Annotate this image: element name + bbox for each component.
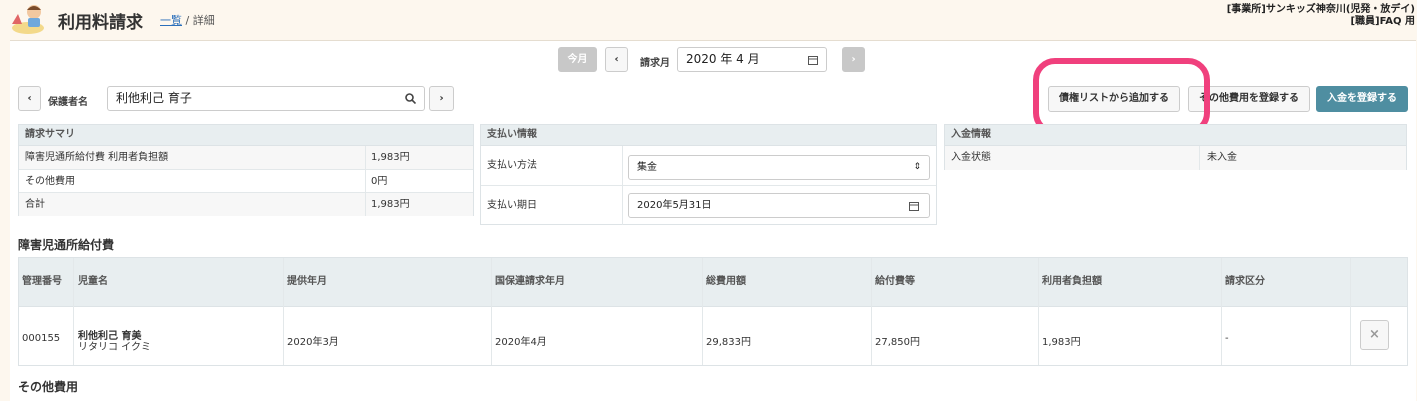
summary-label: その他費用 (25, 176, 75, 187)
column-header: 管理番号 (22, 276, 62, 287)
column-header: 児童名 (78, 276, 108, 287)
deposit-status-value: 未入金 (1207, 152, 1237, 163)
next-guardian-button[interactable]: › (429, 86, 454, 111)
chevron-left-icon: ‹ (27, 93, 32, 104)
deposit-status-row: 入金状態 未入金 (945, 146, 1406, 170)
office-name[interactable]: [事業所]サンキッズ神奈川(児発・放デイ) (1227, 4, 1415, 16)
guardian-search-input[interactable]: 利他利己 育子 (107, 86, 425, 111)
register-payment-button[interactable]: 入金を登録する (1316, 86, 1408, 112)
benefit-section-title: 障害児通所給付費 (18, 238, 115, 252)
billing-month-input[interactable]: 2020 年 4 月 (677, 47, 827, 72)
summary-row: 障害児通所給付費 利用者負担額 1,983円 (19, 146, 473, 170)
billing-summary: 請求サマリ 障害児通所給付費 利用者負担額 1,983円 その他費用 0円 合計… (18, 124, 474, 216)
prev-month-button[interactable]: ‹ (605, 47, 628, 72)
other-costs-section-title: その他費用 (18, 380, 79, 394)
search-icon (405, 93, 416, 104)
user-name[interactable]: [職員]FAQ 用 (1227, 16, 1415, 28)
calendar-icon (909, 202, 919, 211)
column-header: 総費用額 (706, 276, 746, 287)
prev-guardian-button[interactable]: ‹ (18, 86, 41, 111)
table-header: 管理番号 児童名 提供年月 国保連請求年月 総費用額 給付費等 利用者負担額 請… (19, 258, 1407, 307)
summary-value: 1,983円 (371, 199, 410, 210)
calendar-icon (808, 56, 818, 65)
chevron-right-icon: › (851, 54, 856, 65)
payment-due-label: 支払い期日 (487, 200, 537, 211)
page-title: 利用料請求 (58, 13, 143, 33)
payment-info-heading: 支払い情報 (481, 125, 936, 146)
payment-due-input[interactable]: 2020年5月31日 (628, 193, 930, 218)
breadcrumb-current: 詳細 (192, 14, 215, 27)
deposit-info: 入金情報 入金状態 未入金 (944, 124, 1407, 170)
chevron-right-icon: › (439, 93, 444, 104)
column-header: 給付費等 (875, 276, 915, 287)
column-header: 請求区分 (1225, 276, 1265, 287)
column-header: 国保連請求年月 (495, 276, 565, 287)
deposit-status-label: 入金状態 (951, 152, 991, 163)
account-info: [事業所]サンキッズ神奈川(児発・放デイ) [職員]FAQ 用 (1227, 4, 1415, 28)
cell-category: - (1225, 333, 1229, 344)
summary-row: その他費用 0円 (19, 170, 473, 193)
this-month-button[interactable]: 今月 (558, 47, 597, 72)
breadcrumb-list-link[interactable]: 一覧 (160, 14, 182, 27)
column-header: 提供年月 (287, 276, 327, 287)
payment-method-label: 支払い方法 (487, 160, 537, 171)
summary-value: 0円 (371, 176, 388, 187)
summary-label: 障害児通所給付費 利用者負担額 (25, 152, 169, 163)
cell-service-month: 2020年3月 (287, 337, 339, 348)
guardian-value: 利他利己 育子 (116, 91, 192, 105)
cell-claim-month: 2020年4月 (495, 337, 547, 348)
breadcrumb-separator: / (185, 14, 190, 27)
payment-due-value: 2020年5月31日 (637, 200, 712, 211)
cell-child-kana: リタリコ イクミ (78, 342, 151, 353)
delete-row-button[interactable]: × (1360, 320, 1389, 350)
app-logo-icon (12, 5, 44, 34)
benefit-table: 管理番号 児童名 提供年月 国保連請求年月 総費用額 給付費等 利用者負担額 請… (18, 257, 1408, 366)
billing-summary-heading: 請求サマリ (19, 125, 473, 146)
summary-label: 合計 (25, 199, 45, 210)
payment-method-value: 集金 (637, 162, 657, 173)
chevron-left-icon: ‹ (614, 54, 619, 65)
next-month-button[interactable]: › (842, 47, 865, 72)
deposit-info-heading: 入金情報 (945, 125, 1406, 146)
cell-id: 000155 (22, 333, 61, 344)
column-header: 利用者負担額 (1042, 276, 1102, 287)
cell-user-charge: 1,983円 (1042, 337, 1081, 348)
breadcrumb: 一覧 / 詳細 (160, 12, 215, 28)
summary-value: 1,983円 (371, 152, 410, 163)
cell-total: 29,833円 (706, 337, 751, 348)
billing-month-value: 2020 年 4 月 (686, 52, 760, 66)
summary-row: 合計 1,983円 (19, 193, 473, 216)
guardian-label: 保護者名 (48, 97, 88, 108)
billing-month-label: 請求月 (640, 58, 670, 69)
payment-method-select[interactable]: 集金 ⇕ (628, 155, 930, 180)
select-arrows-icon: ⇕ (913, 162, 921, 172)
close-icon: × (1369, 327, 1380, 342)
cell-benefit: 27,850円 (875, 337, 920, 348)
